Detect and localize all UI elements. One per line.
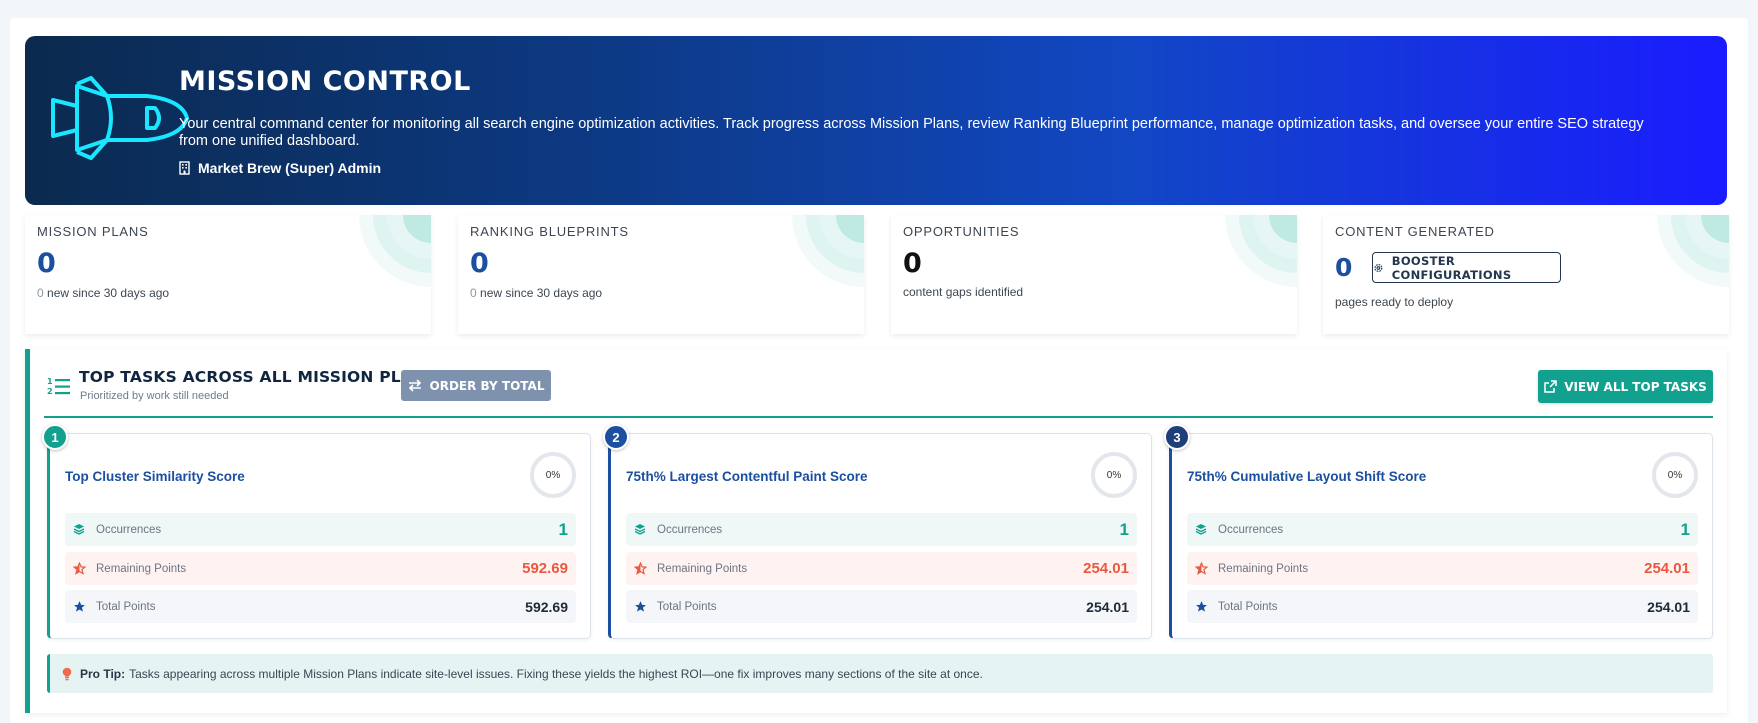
swap-arrows-icon — [408, 379, 421, 392]
booster-button-label: Booster Configurations — [1391, 253, 1512, 282]
top-tasks-title: Top Tasks Across All Mission Plans — [79, 368, 438, 386]
stat-subtext: 0 new since 30 days ago — [37, 286, 169, 300]
rank-badge: 1 — [42, 424, 68, 450]
task-card[interactable]: 2 75th% Largest Contentful Paint Score 0… — [603, 424, 1152, 639]
lightbulb-icon — [62, 667, 72, 680]
metric-label: Remaining Points — [1218, 562, 1309, 575]
stat-sub-count: 0 — [37, 286, 44, 300]
metric-total-points: Total Points 254.01 — [626, 590, 1137, 623]
pro-tip-label: Pro Tip: — [80, 666, 126, 681]
stat-card-ranking-blueprints[interactable]: Ranking Blueprints 0 0 new since 30 days… — [458, 215, 864, 334]
booster-configurations-button[interactable]: Booster Configurations — [1372, 252, 1561, 283]
metric-label: Remaining Points — [657, 562, 748, 575]
stat-label: Opportunities — [903, 224, 1020, 239]
metric-value: 254.01 — [1086, 598, 1129, 615]
layers-icon — [1195, 523, 1209, 537]
list-ordered-icon: 1 2 — [47, 377, 70, 396]
progress-ring: 0% — [1652, 452, 1698, 498]
view-all-top-tasks-button[interactable]: View All Top Tasks — [1538, 370, 1713, 403]
metric-label: Occurrences — [96, 523, 162, 536]
star-half-icon — [73, 561, 87, 576]
stat-sub-count: 0 — [470, 286, 477, 300]
stat-subtext: pages ready to deploy — [1335, 295, 1454, 309]
hero-banner: Mission Control Your central command cen… — [25, 36, 1727, 205]
task-title[interactable]: 75th% Largest Contentful Paint Score — [626, 469, 868, 484]
pro-tip: Pro Tip: Tasks appearing across multiple… — [47, 654, 1713, 693]
task-card[interactable]: 3 75th% Cumulative Layout Shift Score 0%… — [1164, 424, 1713, 639]
user-info: Market Brew (Super) Admin — [179, 160, 381, 176]
metric-total-points: Total Points 254.01 — [1187, 590, 1698, 623]
metric-occurrences: Occurrences 1 — [1187, 513, 1698, 546]
layers-icon — [634, 523, 648, 537]
stat-card-content-generated[interactable]: Content Generated 0 Booster Configuratio… — [1323, 215, 1729, 334]
progress-ring: 0% — [530, 452, 576, 498]
metric-label: Occurrences — [657, 523, 723, 536]
order-by-total-button[interactable]: Order by Total — [401, 370, 551, 401]
hero-description: Your central command center for monitori… — [179, 116, 1644, 149]
stat-value: 0 — [1335, 253, 1353, 282]
metric-occurrences: Occurrences 1 — [65, 513, 576, 546]
stat-subtext: content gaps identified — [903, 285, 1024, 299]
stat-value: 0 — [470, 248, 489, 279]
stat-label: Content Generated — [1335, 224, 1495, 239]
metric-total-points: Total Points 592.69 — [65, 590, 576, 623]
external-link-icon — [1544, 380, 1557, 393]
metric-value: 1 — [558, 519, 568, 539]
star-half-icon — [634, 561, 648, 576]
star-icon — [634, 600, 648, 614]
page-title: Mission Control — [179, 66, 471, 97]
user-name: Market Brew (Super) Admin — [198, 160, 382, 176]
task-title[interactable]: 75th% Cumulative Layout Shift Score — [1187, 469, 1426, 484]
view-all-button-label: View All Top Tasks — [1564, 379, 1707, 394]
metric-value: 1 — [1119, 519, 1129, 539]
rank-badge: 3 — [1164, 424, 1190, 450]
metric-label: Total Points — [657, 600, 717, 613]
metric-remaining-points: Remaining Points 592.69 — [65, 552, 576, 585]
svg-text:2: 2 — [47, 387, 53, 396]
task-title[interactable]: Top Cluster Similarity Score — [65, 469, 245, 484]
layers-icon — [73, 523, 87, 537]
metric-value: 254.01 — [1083, 560, 1129, 577]
metric-remaining-points: Remaining Points 254.01 — [1187, 552, 1698, 585]
metric-value: 254.01 — [1644, 560, 1690, 577]
metric-remaining-points: Remaining Points 254.01 — [626, 552, 1137, 585]
pro-tip-text: Tasks appearing across multiple Mission … — [129, 666, 983, 681]
metric-value: 254.01 — [1647, 598, 1690, 615]
star-icon — [1195, 600, 1209, 614]
top-tasks-panel: 1 2 Top Tasks Across All Mission Plans P… — [25, 349, 1727, 713]
stat-value: 0 — [903, 248, 922, 279]
stat-value: 0 — [37, 248, 56, 279]
task-card[interactable]: 1 Top Cluster Similarity Score 0% Occurr… — [42, 424, 591, 639]
stat-sub-text: new since 30 days ago — [476, 286, 603, 300]
metric-label: Total Points — [96, 600, 156, 613]
star-half-icon — [1195, 561, 1209, 576]
stat-label: Ranking Blueprints — [470, 224, 629, 239]
header-divider — [44, 416, 1713, 418]
star-icon — [73, 600, 87, 614]
rocket-icon — [51, 76, 189, 160]
rank-badge: 2 — [603, 424, 629, 450]
stat-card-mission-plans[interactable]: Mission Plans 0 0 new since 30 days ago — [25, 215, 431, 334]
metric-value: 592.69 — [525, 598, 568, 615]
stat-label: Mission Plans — [37, 224, 149, 239]
metric-occurrences: Occurrences 1 — [626, 513, 1137, 546]
top-tasks-subtitle: Prioritized by work still needed — [80, 390, 229, 402]
stat-subtext: 0 new since 30 days ago — [470, 286, 602, 300]
building-icon — [179, 161, 190, 175]
order-button-label: Order by Total — [429, 378, 545, 393]
metric-label: Total Points — [1218, 600, 1278, 613]
metric-label: Occurrences — [1218, 523, 1284, 536]
svg-text:1: 1 — [47, 377, 53, 386]
stat-sub-text: new since 30 days ago — [43, 286, 170, 300]
metric-value: 592.69 — [522, 560, 568, 577]
gear-icon — [1374, 263, 1383, 272]
metric-value: 1 — [1680, 519, 1690, 539]
metric-label: Remaining Points — [96, 562, 187, 575]
stat-card-opportunities[interactable]: Opportunities 0 content gaps identified — [891, 215, 1297, 334]
progress-ring: 0% — [1091, 452, 1137, 498]
